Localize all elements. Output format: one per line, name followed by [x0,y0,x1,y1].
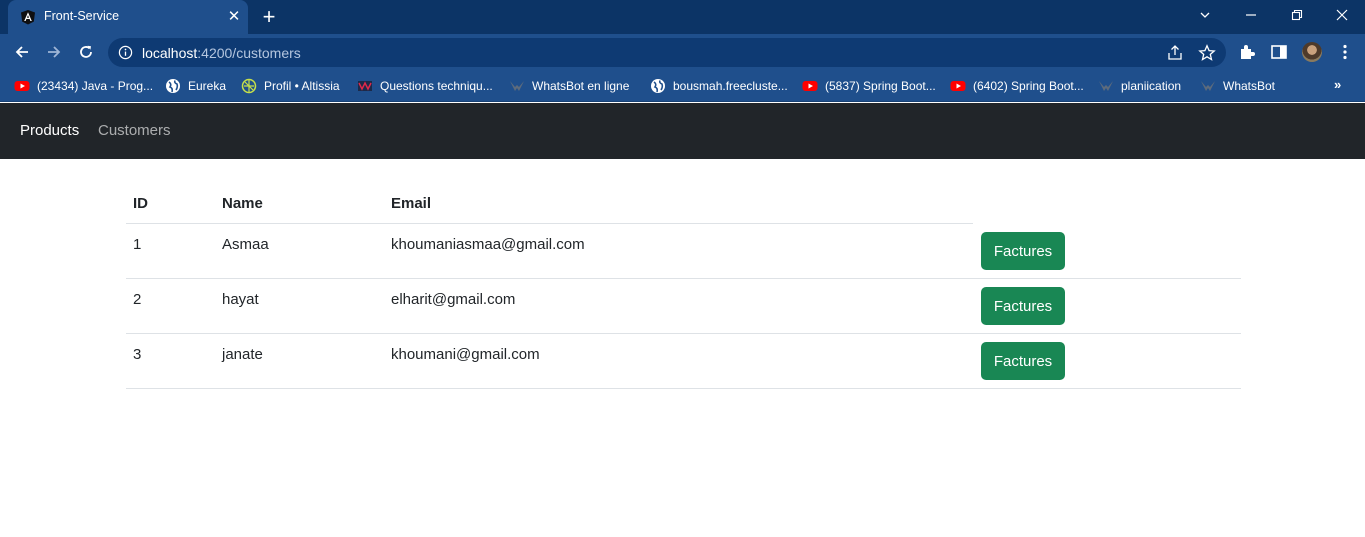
row-divider [126,388,1241,389]
bookmark-item[interactable]: (23434) Java - Prog... [14,77,153,95]
side-panel-icon[interactable] [1270,43,1288,61]
tab-title: Front-Service [44,9,120,23]
factures-button[interactable]: Factures [981,287,1065,325]
extensions-icon[interactable] [1238,43,1256,61]
bookmark-label: WhatsBot en ligne [532,79,630,93]
site-icon [358,81,372,91]
bookmark-item[interactable]: planiication [1098,77,1181,95]
whatsbot-icon [1201,81,1215,91]
profile-avatar[interactable] [1302,42,1322,62]
cell-id: 3 [133,346,142,363]
bookmark-item[interactable]: WhatsBot en ligne [509,77,629,95]
bookmarks-bar: (23434) Java - Prog... Eureka Profil • A… [0,70,1365,102]
bookmark-label: (6402) Spring Boot... [973,79,1084,93]
browser-toolbar: localhost:4200/customers [0,34,1365,70]
youtube-icon [14,81,30,91]
bookmark-label: planiication [1121,79,1182,93]
whatsbot-icon [1099,81,1113,91]
bookmark-label: Eureka [188,79,227,93]
cell-email: khoumani@gmail.com [391,346,540,363]
cell-id: 1 [133,236,142,253]
url-text: localhost:4200/customers [142,45,301,61]
bookmark-item[interactable]: Profil • Altissia [241,77,340,95]
url-host: localhost [142,45,198,61]
cell-name: hayat [222,291,259,308]
new-tab-icon[interactable]: + [258,6,280,28]
column-header-id: ID [133,195,148,212]
bookmark-label: bousmah.freecluste... [673,79,788,93]
column-header-name: Name [222,195,263,212]
restore-icon[interactable] [1274,0,1320,30]
reload-icon[interactable] [72,38,100,66]
bookmark-label: (5837) Spring Boot... [825,79,936,93]
bookmark-label: Questions techniqu... [380,79,493,93]
share-icon[interactable] [1166,44,1184,62]
url-path: :4200/customers [197,45,301,61]
youtube-icon [802,81,818,91]
cell-id: 2 [133,291,142,308]
browser-tab-strip: Front-Service ✕ + [0,0,1365,34]
bookmark-label: WhatsBot [1223,79,1276,93]
cell-name: janate [222,346,263,363]
close-tab-icon[interactable]: ✕ [225,8,243,26]
bookmark-item[interactable]: Questions techniqu... [357,77,493,95]
youtube-icon [950,81,966,91]
address-bar[interactable]: localhost:4200/customers [108,38,1226,67]
altissia-icon [241,78,257,94]
back-icon[interactable] [8,38,36,66]
more-bookmarks-icon[interactable]: » [1334,77,1341,92]
column-header-email: Email [391,195,432,212]
nav-products[interactable]: Products [20,122,79,139]
cell-email: khoumaniasmaa@gmail.com [391,236,585,253]
globe-icon [651,79,665,93]
bookmark-item[interactable]: (5837) Spring Boot... [802,77,936,95]
factures-button[interactable]: Factures [981,342,1065,380]
bookmark-label: (23434) Java - Prog... [37,79,154,93]
row-divider [126,278,1241,279]
site-info-icon[interactable] [118,45,133,60]
tab-search-icon[interactable] [1182,0,1228,30]
bookmark-star-icon[interactable] [1198,44,1216,62]
nav-customers[interactable]: Customers [98,122,171,139]
angular-icon [21,10,35,25]
whatsbot-icon [510,81,524,91]
factures-button[interactable]: Factures [981,232,1065,270]
bookmark-item[interactable]: WhatsBot [1200,77,1275,95]
app-navbar: Products Customers [0,103,1365,159]
cell-name: Asmaa [222,236,269,253]
forward-icon[interactable] [40,38,68,66]
cell-email: elharit@gmail.com [391,291,516,308]
header-divider [126,223,973,224]
row-divider [126,333,1241,334]
close-window-icon[interactable] [1319,0,1365,30]
bookmark-label: Profil • Altissia [264,79,340,93]
bookmark-item[interactable]: (6402) Spring Boot... [950,77,1084,95]
bookmark-item[interactable]: Eureka [165,77,226,95]
bookmark-item[interactable]: bousmah.freecluste... [650,77,788,95]
minimize-icon[interactable] [1228,0,1274,30]
globe-icon [166,79,180,93]
browser-tab[interactable]: Front-Service ✕ [8,0,248,34]
menu-kebab-icon[interactable] [1336,43,1354,61]
